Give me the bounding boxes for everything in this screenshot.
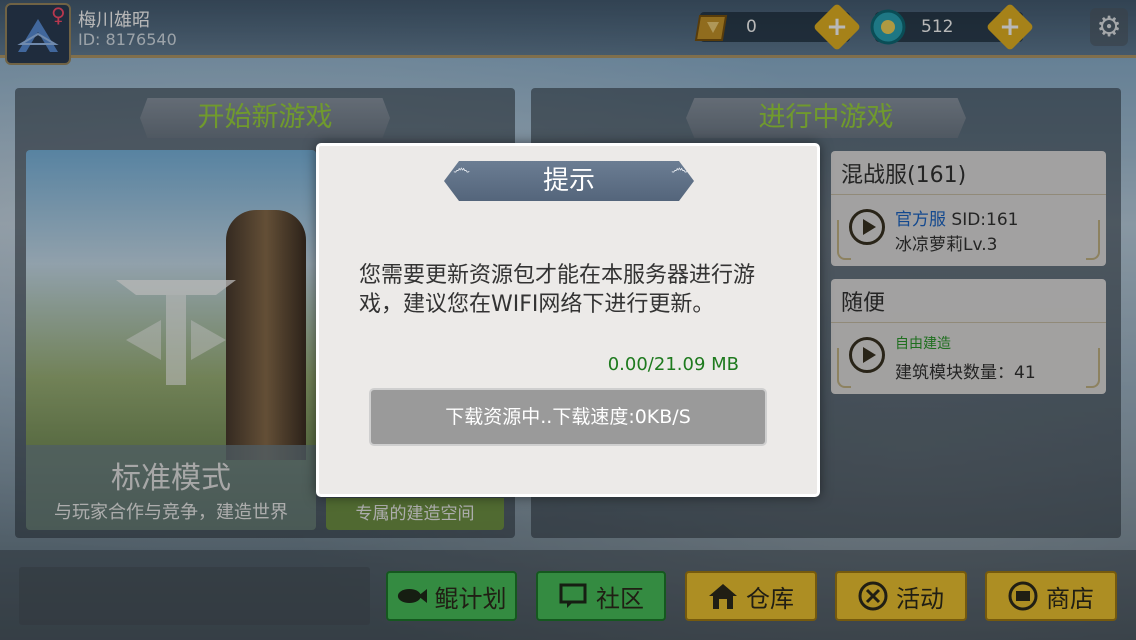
dialog-title: 提示 — [444, 161, 694, 201]
download-status-button[interactable]: 下载资源中..下载速度:0KB/S — [369, 388, 767, 446]
swirl-icon: ෴ — [453, 158, 471, 179]
update-dialog: 提示 ෴ ෴ 您需要更新资源包才能在本服务器进行游戏，建议您在WIFI网络下进行… — [316, 143, 820, 497]
swirl-icon: ෴ — [671, 158, 689, 179]
dialog-message: 您需要更新资源包才能在本服务器进行游戏，建议您在WIFI网络下进行更新。 — [359, 263, 756, 317]
download-progress: 0.00/21.09 MB — [607, 354, 739, 375]
